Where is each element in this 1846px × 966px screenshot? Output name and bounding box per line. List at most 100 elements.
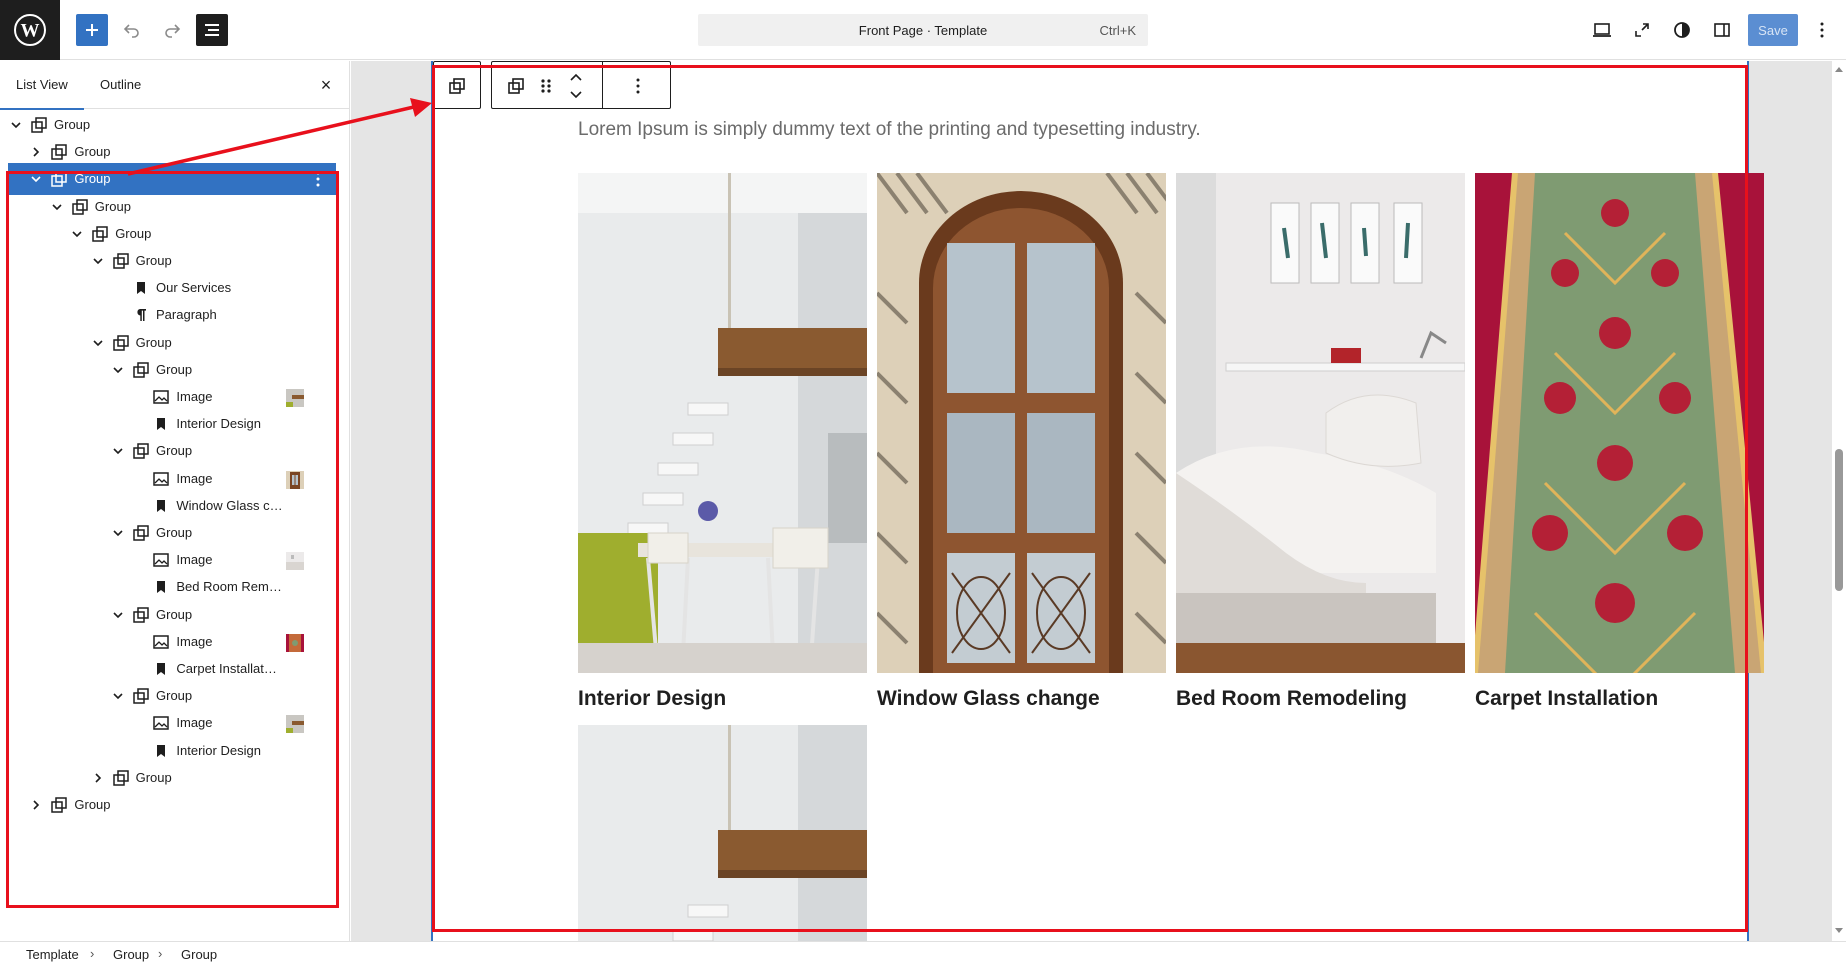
chevron-right-icon[interactable] <box>90 770 106 786</box>
breadcrumb-item[interactable]: Group <box>181 947 217 962</box>
add-block-button[interactable] <box>76 14 108 46</box>
image-icon <box>153 471 170 486</box>
redo-icon <box>165 24 181 38</box>
command-center[interactable]: Front Page · Template Ctrl+K <box>698 14 1148 46</box>
sidebar-icon <box>1714 23 1730 37</box>
chevron-right-icon[interactable] <box>28 144 44 160</box>
row-options-button[interactable] <box>308 169 328 189</box>
scroll-up-icon <box>1835 67 1843 72</box>
close-icon: × <box>320 75 332 95</box>
more-vertical-icon <box>636 78 640 94</box>
list-view-row-label: Group <box>135 334 172 350</box>
list-view-row-label: Group <box>115 225 152 241</box>
list-view-row-label: Interior Design <box>176 416 261 432</box>
list-view-row[interactable]: Group <box>6 789 340 821</box>
chevron-down-icon[interactable] <box>110 362 126 378</box>
wordpress-logo-button[interactable]: W <box>0 0 60 60</box>
document-overview-button[interactable] <box>196 14 228 46</box>
chevron-down-icon[interactable] <box>28 171 44 187</box>
device-preview-button[interactable] <box>1586 14 1618 46</box>
group-icon <box>51 171 68 188</box>
block-parent-selector[interactable] <box>433 61 481 109</box>
card-image-interior-2[interactable] <box>578 725 867 941</box>
chevron-down-icon[interactable] <box>69 226 85 242</box>
interior-image <box>578 173 867 673</box>
block-type-button[interactable] <box>504 74 528 98</box>
document-title: Front Page · Template <box>858 23 988 38</box>
card-title-window[interactable]: Window Glass change <box>877 687 1100 711</box>
tab-list-view[interactable]: List View <box>0 61 84 110</box>
list-view-row-label: Our Services <box>156 280 232 296</box>
bedroom-image <box>1176 173 1465 673</box>
card-title-bedroom[interactable]: Bed Room Remodeling <box>1176 687 1407 711</box>
chevron-down-icon[interactable] <box>110 688 126 704</box>
styles-button[interactable] <box>1666 14 1698 46</box>
settings-sidebar-button[interactable] <box>1706 14 1738 46</box>
heading-icon <box>157 744 166 757</box>
group-icon <box>133 606 149 623</box>
command-shortcut: Ctrl+K <box>1099 23 1136 38</box>
drag-handle[interactable] <box>534 74 558 98</box>
chevron-right-icon: › <box>90 946 95 961</box>
heading-icon <box>157 418 166 431</box>
group-icon <box>112 770 129 786</box>
block-options-button[interactable] <box>626 74 650 98</box>
card-image-window[interactable] <box>877 173 1166 673</box>
contrast-icon <box>1674 22 1690 38</box>
block-toolbar <box>491 61 671 109</box>
chevron-down-icon[interactable] <box>90 253 106 269</box>
image-icon <box>153 553 170 567</box>
canvas-scrollbar[interactable] <box>1832 61 1846 941</box>
breadcrumb-item[interactable]: Group <box>113 947 149 962</box>
carpet-image <box>1475 173 1764 673</box>
more-vertical-icon <box>1820 22 1824 38</box>
chevron-down-icon[interactable] <box>90 335 106 351</box>
breadcrumb-item[interactable]: Template <box>26 947 79 962</box>
card-title-interior[interactable]: Interior Design <box>578 687 726 711</box>
save-button[interactable]: Save <box>1748 14 1798 46</box>
open-canvas-button[interactable] <box>1626 14 1658 46</box>
list-view-row-label: Group <box>156 688 193 704</box>
group-icon <box>133 362 149 378</box>
scroll-thumb[interactable] <box>1835 449 1843 591</box>
group-icon <box>112 334 129 351</box>
image-icon <box>153 390 170 404</box>
redo-button[interactable] <box>156 14 188 46</box>
image-icon <box>153 716 170 731</box>
group-icon <box>133 525 149 541</box>
move-buttons[interactable] <box>564 66 588 106</box>
close-sidebar-button[interactable]: × <box>316 75 336 95</box>
external-arrow-icon <box>1635 23 1649 37</box>
chevron-down-icon[interactable] <box>49 199 65 215</box>
tab-outline[interactable]: Outline <box>84 61 157 109</box>
group-icon <box>508 78 524 94</box>
chevron-down-icon[interactable] <box>110 525 126 541</box>
group-icon <box>51 797 68 813</box>
group-icon <box>133 443 149 460</box>
undo-button[interactable] <box>116 14 148 46</box>
card-title-carpet[interactable]: Carpet Installation <box>1475 687 1658 711</box>
list-view-row-label: Image <box>176 715 213 731</box>
chevron-right-icon[interactable] <box>28 797 44 813</box>
chevron-down-icon[interactable] <box>110 443 126 459</box>
list-view-icon <box>205 24 219 36</box>
chevron-down-icon[interactable] <box>8 117 24 133</box>
image-thumbnail <box>286 552 304 571</box>
group-icon <box>72 198 88 215</box>
card-image-interior[interactable] <box>578 173 867 673</box>
list-view-row-label: Bed Room Rem… <box>176 579 282 595</box>
card-image-bedroom[interactable] <box>1176 173 1465 673</box>
list-view-row-label: Group <box>156 361 193 377</box>
list-view-row-label: Group <box>54 117 91 132</box>
list-view-row-label: Group <box>156 525 193 540</box>
interior-image-2 <box>578 725 867 941</box>
list-view-row-label: Group <box>156 606 193 622</box>
more-vertical-icon <box>316 171 320 187</box>
services-paragraph[interactable]: Lorem Ipsum is simply dummy text of the … <box>578 119 1201 141</box>
card-image-carpet[interactable] <box>1475 173 1764 673</box>
list-view-row-label: Window Glass c… <box>176 497 283 513</box>
plus-icon <box>86 24 98 36</box>
group-icon <box>445 74 469 98</box>
chevron-down-icon[interactable] <box>110 607 126 623</box>
options-button[interactable] <box>1806 14 1838 46</box>
